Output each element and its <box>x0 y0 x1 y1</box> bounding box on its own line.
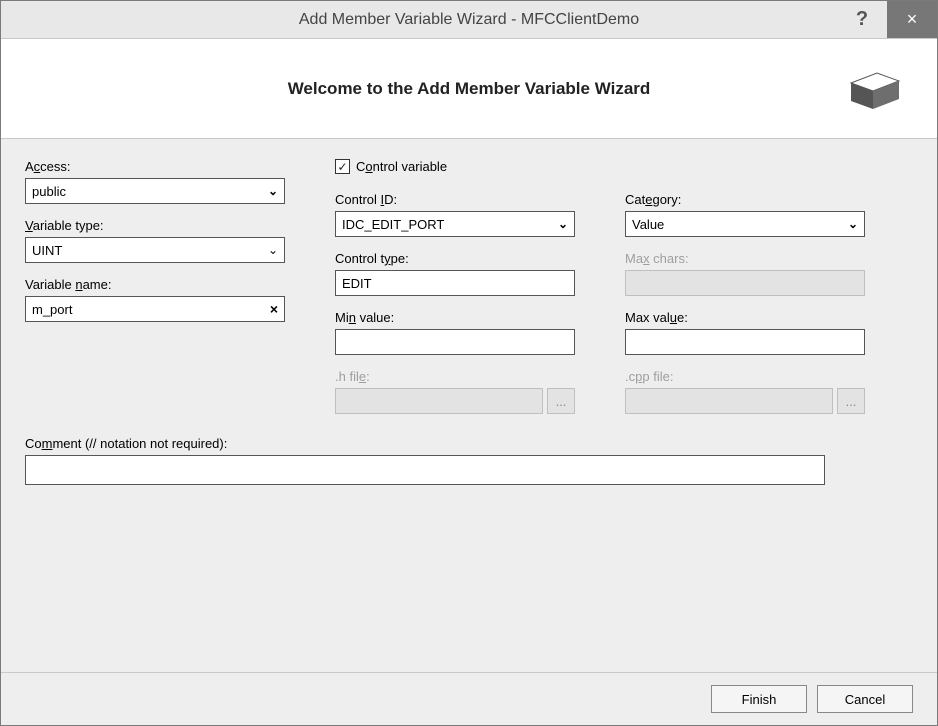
wizard-window: Add Member Variable Wizard - MFCClientDe… <box>0 0 938 726</box>
h-file-row: ... <box>335 388 575 414</box>
max-chars-label: Max chars: <box>625 251 865 266</box>
h-file-browse-button: ... <box>547 388 575 414</box>
control-variable-label: Control variable <box>356 159 447 174</box>
wizard-header-title: Welcome to the Add Member Variable Wizar… <box>101 79 837 99</box>
comment-label: Comment (// notation not required): <box>25 436 913 451</box>
chevron-down-icon: ⌄ <box>268 184 278 198</box>
cpp-file-label: .cpp file: <box>625 369 865 384</box>
max-value-input[interactable] <box>625 329 865 355</box>
variable-name-input[interactable]: m_port × <box>25 296 285 322</box>
h-file-label: .h file: <box>335 369 575 384</box>
access-select[interactable]: public ⌄ <box>25 178 285 204</box>
category-label: Category: <box>625 192 865 207</box>
variable-name-value: m_port <box>32 302 72 317</box>
access-value: public <box>32 184 66 199</box>
cpp-file-row: ... <box>625 388 865 414</box>
columns: Access: public ⌄ Variable type: UINT ⌄ <box>25 159 913 428</box>
column-left: Access: public ⌄ Variable type: UINT ⌄ <box>25 159 285 428</box>
finish-button[interactable]: Finish <box>711 685 807 713</box>
variable-name-label: Variable name: <box>25 277 285 292</box>
variable-type-field: Variable type: UINT ⌄ <box>25 218 285 263</box>
chevron-down-icon: ⌄ <box>848 217 858 231</box>
min-value-field: Min value: <box>335 310 575 355</box>
h-file-field: .h file: ... <box>335 369 575 414</box>
access-field: Access: public ⌄ <box>25 159 285 204</box>
close-button[interactable]: × <box>887 1 937 38</box>
titlebar-controls: ? × <box>837 1 937 38</box>
max-value-field: Max value: <box>625 310 865 355</box>
control-type-value: EDIT <box>342 276 372 291</box>
control-id-select[interactable]: IDC_EDIT_PORT ⌄ <box>335 211 575 237</box>
control-id-value: IDC_EDIT_PORT <box>342 217 444 232</box>
wizard-body: Access: public ⌄ Variable type: UINT ⌄ <box>1 139 937 672</box>
cpp-file-browse-button: ... <box>837 388 865 414</box>
max-chars-field: Max chars: <box>625 251 865 296</box>
column-right: Category: Value ⌄ Max chars: <box>625 159 865 428</box>
control-variable-checkbox-row[interactable]: ✓ Control variable <box>335 159 575 174</box>
cancel-button[interactable]: Cancel <box>817 685 913 713</box>
cpp-file-input <box>625 388 833 414</box>
chevron-down-icon: ⌄ <box>558 217 568 231</box>
spacer <box>625 159 865 192</box>
checkmark-icon: ✓ <box>337 160 347 174</box>
category-value: Value <box>632 217 664 232</box>
clear-icon[interactable]: × <box>270 301 278 317</box>
wizard-header-icon <box>837 65 907 113</box>
control-type-label: Control type: <box>335 251 575 266</box>
cpp-file-field: .cpp file: ... <box>625 369 865 414</box>
h-file-input <box>335 388 543 414</box>
control-id-label: Control ID: <box>335 192 575 207</box>
max-value-label: Max value: <box>625 310 865 325</box>
titlebar-title: Add Member Variable Wizard - MFCClientDe… <box>1 11 937 29</box>
column-middle: ✓ Control variable Control ID: IDC_EDIT_… <box>335 159 575 428</box>
control-type-field: Control type: EDIT <box>335 251 575 296</box>
variable-type-label: Variable type: <box>25 218 285 233</box>
variable-type-select[interactable]: UINT ⌄ <box>25 237 285 263</box>
control-id-field: Control ID: IDC_EDIT_PORT ⌄ <box>335 192 575 237</box>
variable-type-value: UINT <box>32 243 62 258</box>
min-value-label: Min value: <box>335 310 575 325</box>
category-select[interactable]: Value ⌄ <box>625 211 865 237</box>
variable-name-field: Variable name: m_port × <box>25 277 285 322</box>
titlebar: Add Member Variable Wizard - MFCClientDe… <box>1 1 937 39</box>
min-value-input[interactable] <box>335 329 575 355</box>
chevron-down-icon: ⌄ <box>268 243 278 257</box>
max-chars-input <box>625 270 865 296</box>
wizard-footer: Finish Cancel <box>1 672 937 725</box>
control-variable-checkbox[interactable]: ✓ <box>335 159 350 174</box>
control-type-input[interactable]: EDIT <box>335 270 575 296</box>
category-field: Category: Value ⌄ <box>625 192 865 237</box>
box-icon <box>843 65 907 113</box>
comment-input[interactable] <box>25 455 825 485</box>
help-button[interactable]: ? <box>837 1 887 38</box>
wizard-header: Welcome to the Add Member Variable Wizar… <box>1 39 937 139</box>
access-label: Access: <box>25 159 285 174</box>
comment-section: Comment (// notation not required): <box>25 436 913 485</box>
